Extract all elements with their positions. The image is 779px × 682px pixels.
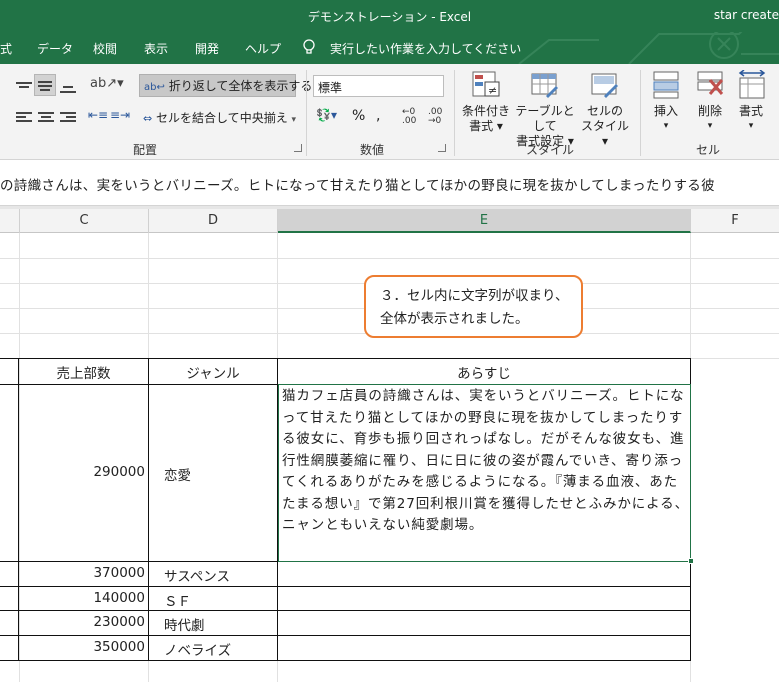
cell-styles-button[interactable]: セルの スタイル ▾ xyxy=(578,104,632,149)
align-center-icon[interactable] xyxy=(38,110,54,124)
table-border xyxy=(0,660,691,661)
alignment-launcher-icon[interactable] xyxy=(294,144,302,152)
wrap-text-button[interactable]: ab↩ 折り返して全体を表示する xyxy=(139,74,312,97)
chevron-down-icon: ⌵ xyxy=(318,79,326,90)
number-launcher-icon[interactable] xyxy=(438,144,446,152)
fill-handle[interactable] xyxy=(688,558,694,564)
ribbon-tabs: 式 データ 校閲 表示 開発 ヘルプ 実行したい作業を入力してください xyxy=(0,32,779,64)
genre-cell[interactable]: サスペンス xyxy=(164,565,230,585)
header-genre[interactable]: ジャンル xyxy=(149,362,277,382)
header-sales[interactable]: 売上部数 xyxy=(19,362,148,382)
cells-group-label: セル xyxy=(695,143,720,157)
wrap-text-icon: ab↩ xyxy=(144,82,165,93)
number-group-label: 数値 xyxy=(359,143,384,157)
sales-cell[interactable]: 230000 xyxy=(19,614,145,630)
align-top-icon[interactable] xyxy=(16,80,32,92)
orientation-icon[interactable]: ab↗▾ xyxy=(90,76,124,92)
callout-line-2: 全体が表示されました。 xyxy=(380,311,529,327)
column-header-d[interactable]: D xyxy=(149,209,278,233)
delete-button[interactable]: 削除 ▾ xyxy=(692,104,728,134)
column-header-e[interactable]: E xyxy=(278,209,691,233)
format-button[interactable]: 書式 ▾ xyxy=(733,104,769,134)
align-bottom-icon[interactable] xyxy=(60,80,76,94)
format-as-table-icon[interactable] xyxy=(530,70,560,100)
number-format-select[interactable]: 標準 ⌵ xyxy=(313,75,444,97)
column-header-b[interactable] xyxy=(0,209,20,233)
lightbulb-icon xyxy=(303,39,315,54)
conditional-format-icon[interactable]: ≠ xyxy=(471,70,501,100)
genre-cell[interactable]: ＳＦ xyxy=(164,590,191,610)
ribbon-separator xyxy=(640,70,641,156)
tab-help[interactable]: ヘルプ xyxy=(245,40,281,57)
ribbon-home: ab↗▾ ⇤≡ ≡⇥ ab↩ 折り返して全体を表示する ⇔ セルを結合して中央揃… xyxy=(0,64,779,160)
styles-group-label: スタイル xyxy=(525,143,574,157)
window-title: デモンストレーション - Excel xyxy=(307,10,472,24)
increase-decimal-icon[interactable]: ←0.00 xyxy=(402,108,422,126)
decrease-indent-icon[interactable]: ⇤≡ xyxy=(88,108,108,124)
tab-developer[interactable]: 開発 xyxy=(195,40,219,57)
percent-style-button[interactable]: % xyxy=(352,108,365,124)
sales-cell[interactable]: 370000 xyxy=(19,565,145,581)
align-middle-icon[interactable] xyxy=(34,74,56,96)
merge-center-button[interactable]: ⇔ セルを結合して中央揃え ▾ xyxy=(143,109,296,131)
title-bar: デモンストレーション - Excel star create xyxy=(0,0,779,32)
table-border xyxy=(0,586,691,587)
header-synopsis[interactable]: あらすじ xyxy=(278,362,690,382)
tell-me-search[interactable]: 実行したい作業を入力してください xyxy=(330,40,521,57)
alignment-group-label: 配置 xyxy=(132,143,157,157)
genre-cell[interactable]: 恋愛 xyxy=(164,464,191,484)
wrap-text-label: 折り返して全体を表示する xyxy=(168,79,313,93)
merge-center-icon: ⇔ xyxy=(143,112,153,125)
comma-style-button[interactable]: , xyxy=(376,108,380,124)
table-border xyxy=(0,610,691,611)
decrease-decimal-icon[interactable]: .00 →0 xyxy=(428,108,448,126)
circuit-decoration-icon xyxy=(518,32,779,64)
column-header-f[interactable]: F xyxy=(691,209,779,233)
genre-cell[interactable]: ノベライズ xyxy=(164,639,231,659)
tab-data[interactable]: データ xyxy=(37,40,73,57)
insert-cells-icon[interactable] xyxy=(652,70,682,100)
formula-bar-content[interactable]: の詩織さんは、実をいうとバリニーズ。ヒトになって甘えたり猫としてほかの野良に現を… xyxy=(0,174,715,194)
user-name[interactable]: star create xyxy=(714,8,779,22)
column-headers: C D E F xyxy=(0,209,779,233)
align-left-icon[interactable] xyxy=(16,110,32,124)
ribbon-separator xyxy=(454,70,455,156)
insert-button[interactable]: 挿入 ▾ xyxy=(648,104,684,134)
table-border xyxy=(0,358,691,359)
table-border xyxy=(148,358,149,661)
merge-center-label: セルを結合して中央揃え xyxy=(156,111,288,125)
selected-synopsis-cell[interactable]: 猫カフェ店員の詩織さんは、実をいうとバリニーズ。ヒトになって甘えたり猫としてほか… xyxy=(278,384,691,562)
column-header-c[interactable]: C xyxy=(20,209,149,233)
increase-indent-icon[interactable]: ≡⇥ xyxy=(110,108,130,124)
ribbon-separator xyxy=(306,70,307,156)
conditional-format-button[interactable]: 条件付き 書式 ▾ xyxy=(458,104,514,134)
align-right-icon[interactable] xyxy=(60,110,76,124)
table-border xyxy=(0,635,691,636)
tab-review[interactable]: 校閲 xyxy=(93,40,117,57)
format-cells-icon[interactable] xyxy=(738,70,768,100)
currency-format-icon[interactable]: 💱▾ xyxy=(316,108,346,124)
callout-line-1: ３．セル内に文字列が収まり、 xyxy=(380,288,569,304)
genre-cell[interactable]: 時代劇 xyxy=(164,614,205,634)
tab-view[interactable]: 表示 xyxy=(144,40,168,57)
formula-bar[interactable]: の詩織さんは、実をいうとバリニーズ。ヒトになって甘えたり猫としてほかの野良に現を… xyxy=(0,160,779,206)
sales-cell[interactable]: 140000 xyxy=(19,590,145,606)
sales-cell[interactable]: 290000 xyxy=(19,464,145,480)
callout-annotation: ３．セル内に文字列が収まり、 全体が表示されました。 xyxy=(364,275,583,338)
delete-cells-icon[interactable] xyxy=(696,70,726,100)
sales-cell[interactable]: 350000 xyxy=(19,639,145,655)
cell-styles-icon[interactable] xyxy=(590,70,620,100)
svg-text:≠: ≠ xyxy=(488,84,497,97)
tab-formulas[interactable]: 式 xyxy=(0,40,12,57)
